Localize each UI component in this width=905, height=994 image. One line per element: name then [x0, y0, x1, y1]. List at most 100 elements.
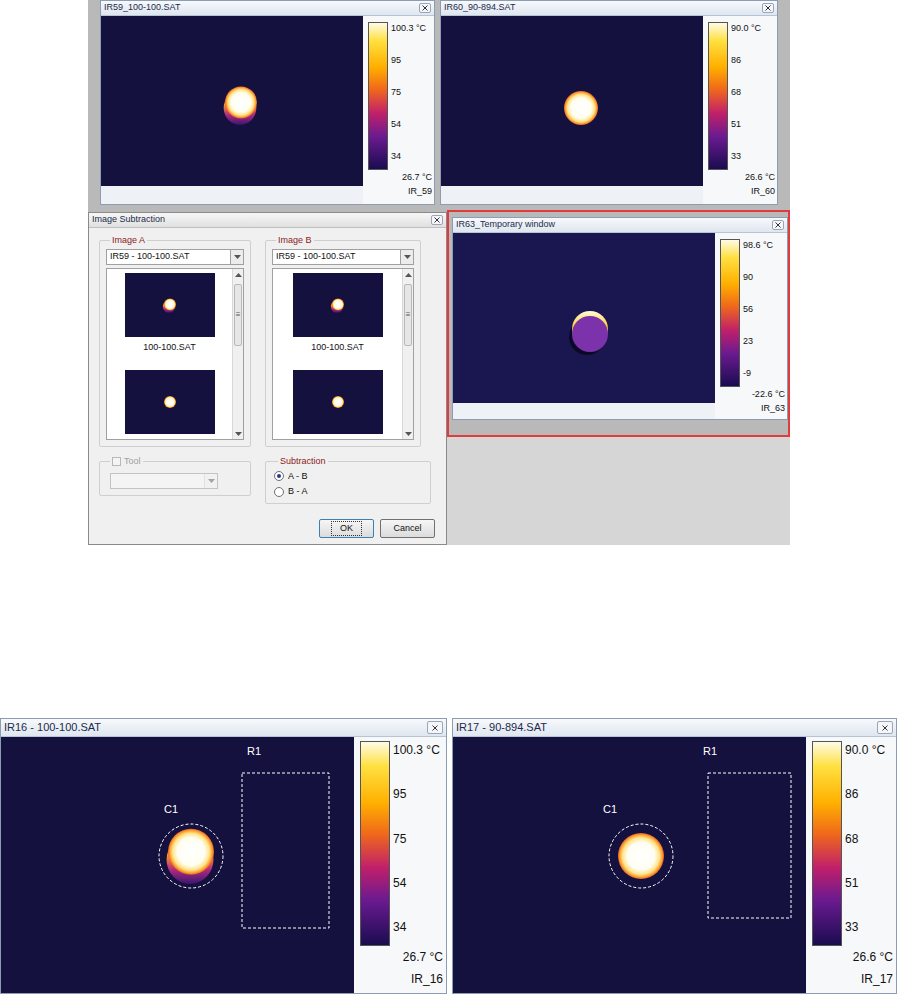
title-bar[interactable]: IR60_90-894.SAT [441, 1, 777, 16]
ok-button[interactable]: OK [319, 519, 374, 539]
group-label: Image B [276, 234, 314, 248]
close-button[interactable] [431, 215, 443, 225]
title-bar[interactable]: IR63_Temporary window [453, 218, 787, 233]
scale-tick: 75 [391, 86, 426, 100]
image-subtraction-dialog: Image SubtractionImage AIR59 - 100-100.S… [88, 212, 447, 545]
scale-tick: 34 [391, 150, 426, 164]
scale-tick: 75 [393, 830, 440, 848]
thumbnail-image [125, 273, 215, 337]
close-button[interactable] [419, 3, 431, 13]
radio-option[interactable]: A - B [274, 470, 422, 484]
image-window[interactable]: IR17 - 90-894.SATC1R190.0 °C8668513326.6… [452, 718, 897, 994]
cancel-button[interactable]: Cancel [380, 519, 435, 539]
title-bar[interactable]: IR17 - 90-894.SAT [453, 719, 896, 737]
scroll-up-button[interactable] [403, 269, 413, 280]
thumbnail-item[interactable]: 100-100.SAT [125, 273, 215, 355]
scale-gradient [368, 22, 388, 170]
thermal-image[interactable] [441, 16, 703, 186]
image-id: IR_60 [708, 185, 775, 199]
scale-tick: 90 [743, 271, 773, 285]
hot-spot [162, 298, 175, 312]
dropdown-button[interactable] [400, 250, 413, 264]
arrow-down-icon [235, 432, 242, 436]
thermal-image[interactable]: C1 R1 [453, 737, 806, 993]
thumbnail-list[interactable]: 100-100.SAT ≡ [272, 268, 414, 440]
circle-marker[interactable]: C1 [159, 803, 223, 888]
scale-tick: 68 [845, 830, 885, 848]
scrollbar[interactable]: ≡ [232, 269, 243, 439]
image-window[interactable]: IR59_100-100.SAT100.3 °C9575543426.7 °CI… [100, 0, 435, 205]
image-window[interactable]: IR60_90-894.SAT90.0 °C8668513326.6 °CIR_… [440, 0, 778, 205]
image-id: IR_16 [360, 970, 443, 988]
scale-min: 26.6 °C [812, 948, 893, 966]
image-window[interactable]: IR63_Temporary window98.6 °C905623-9-22.… [452, 217, 788, 420]
button-label: OK [331, 521, 362, 537]
svg-text:C1: C1 [603, 803, 617, 815]
window-title: IR59_100-100.SAT [104, 1, 180, 15]
close-icon [765, 5, 771, 11]
radio-option[interactable]: B - A [274, 485, 422, 499]
dropdown-button [204, 474, 217, 488]
window-title: IR60_90-894.SAT [444, 1, 515, 15]
thumbnail-item[interactable]: 100-100.SAT [293, 273, 383, 355]
hot-spot [330, 298, 343, 312]
close-button[interactable] [427, 721, 443, 734]
rect-marker[interactable]: R1 [703, 745, 791, 918]
scale-tick: 51 [845, 874, 885, 892]
scroll-thumb[interactable]: ≡ [234, 284, 242, 346]
scroll-down-button[interactable] [403, 428, 413, 439]
image-window[interactable]: IR16 - 100-100.SATC1R1100.3 °C9575543426… [0, 718, 447, 994]
scale-tick: 86 [731, 54, 761, 68]
color-scale: 100.3 °C9575543426.7 °CIR_16 [354, 737, 446, 993]
dialog-title: Image Subtraction [92, 213, 165, 227]
scale-tick: -9 [743, 367, 773, 381]
circle-marker[interactable]: C1 [603, 803, 673, 888]
tool-label: Tool [124, 455, 141, 469]
close-button[interactable] [877, 721, 893, 734]
title-bar[interactable]: IR59_100-100.SAT [101, 1, 434, 16]
scroll-up-button[interactable] [233, 269, 243, 280]
scrollbar[interactable]: ≡ [402, 269, 413, 439]
thermal-image[interactable]: C1 R1 [1, 737, 354, 993]
scale-max: 98.6 °C [743, 239, 773, 253]
title-bar[interactable]: IR16 - 100-100.SAT [1, 719, 446, 737]
scale-tick: 68 [731, 86, 761, 100]
thumbnail-list[interactable]: 100-100.SAT ≡ [106, 268, 244, 440]
radio-label: B - A [288, 485, 308, 499]
close-button[interactable] [762, 3, 774, 13]
hot-spot [164, 396, 176, 408]
svg-text:R1: R1 [247, 745, 261, 757]
page: IR59_100-100.SAT100.3 °C9575543426.7 °CI… [0, 0, 905, 994]
dropdown[interactable]: IR59 - 100-100.SAT [106, 249, 244, 265]
thumbnail-label: 100-100.SAT [311, 341, 363, 355]
radio-button[interactable] [274, 471, 284, 481]
thumbnail-image [293, 273, 383, 337]
thumbnail-item[interactable] [293, 370, 383, 434]
scale-min: -22.6 °C [720, 388, 785, 402]
dropdown-button[interactable] [230, 250, 243, 264]
thumbnail-image [293, 370, 383, 434]
button-label: Cancel [384, 521, 430, 537]
scroll-thumb[interactable]: ≡ [404, 284, 412, 346]
dropdown[interactable]: IR59 - 100-100.SAT [272, 249, 414, 265]
title-bar[interactable]: Image Subtraction [89, 213, 446, 228]
scale-tick: 86 [845, 785, 885, 803]
thumbnail-item[interactable] [125, 370, 215, 434]
thermal-image[interactable] [453, 233, 715, 403]
close-button[interactable] [772, 220, 784, 230]
thumbnail-label: 100-100.SAT [143, 341, 195, 355]
scale-max: 90.0 °C [731, 22, 761, 36]
radio-button[interactable] [274, 487, 284, 497]
image-id: IR_17 [812, 970, 893, 988]
window-title: IR17 - 90-894.SAT [456, 719, 547, 736]
close-icon [434, 217, 440, 223]
scale-max: 90.0 °C [845, 741, 885, 759]
scroll-down-button[interactable] [233, 428, 243, 439]
scale-min: 26.7 °C [368, 171, 432, 185]
close-icon [882, 725, 888, 731]
rect-marker[interactable]: R1 [242, 745, 329, 928]
scale-tick: 54 [393, 874, 440, 892]
image-group: Image AIR59 - 100-100.SAT100-100.SAT≡ [99, 234, 251, 448]
scale-tick: 54 [391, 118, 426, 132]
thermal-image[interactable] [101, 16, 363, 186]
